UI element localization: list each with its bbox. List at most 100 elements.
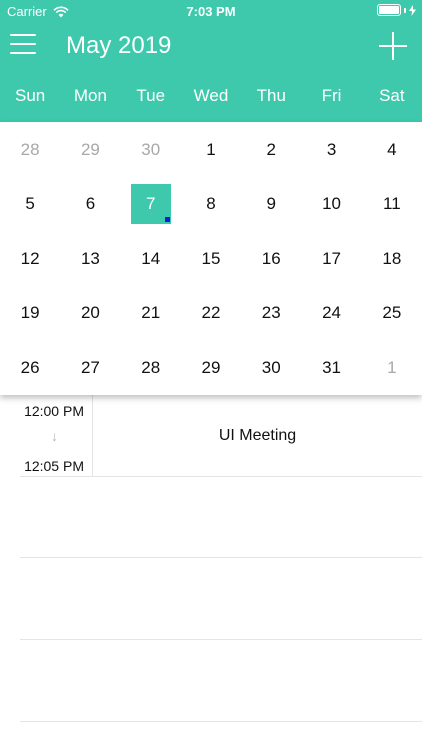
day-number: 13 xyxy=(80,249,100,268)
calendar-day[interactable]: 30 xyxy=(241,341,301,395)
calendar-day[interactable]: 19 xyxy=(0,286,60,340)
calendar-day[interactable]: 23 xyxy=(241,286,301,340)
event-title: UI Meeting xyxy=(218,427,297,444)
day-number: 25 xyxy=(382,303,402,322)
calendar-day[interactable]: 29 xyxy=(60,123,120,177)
day-number: 4 xyxy=(387,140,397,159)
day-number: 28 xyxy=(20,140,40,159)
calendar-day[interactable]: 6 xyxy=(60,177,120,231)
status-time: 7:03 PM xyxy=(186,4,236,19)
calendar-day[interactable]: 4 xyxy=(362,123,422,177)
day-number: 15 xyxy=(201,249,221,268)
calendar-day[interactable]: 28 xyxy=(0,123,60,177)
calendar-week-row: 19 20 21 22 23 24 25 xyxy=(0,286,422,340)
calendar-day[interactable]: 11 xyxy=(362,177,422,231)
list-separator xyxy=(20,557,422,558)
calendar-day[interactable]: 18 xyxy=(362,232,422,286)
calendar-day[interactable]: 8 xyxy=(181,177,241,231)
calendar-day[interactable]: 12 xyxy=(0,232,60,286)
plus-icon[interactable] xyxy=(379,32,407,60)
day-number: 26 xyxy=(20,358,40,377)
day-number: 7 xyxy=(145,194,156,213)
calendar-week-row: 28 29 30 1 2 3 4 xyxy=(0,123,422,177)
calendar-day[interactable]: 25 xyxy=(362,286,422,340)
weekday-label: Sun xyxy=(15,86,46,105)
event-row[interactable]: 12:00 PM ↓ 12:05 PM UI Meeting xyxy=(20,395,422,477)
calendar-week-row: 26 27 28 29 30 31 1 xyxy=(0,341,422,395)
day-number: 14 xyxy=(141,249,161,268)
calendar-day[interactable]: 22 xyxy=(181,286,241,340)
calendar-day[interactable]: 2 xyxy=(241,123,301,177)
day-number: 19 xyxy=(20,303,40,322)
calendar-week-row: 5 6 7 8 9 10 11 xyxy=(0,177,422,231)
calendar-day[interactable]: 13 xyxy=(60,232,120,286)
calendar-day[interactable]: 29 xyxy=(181,341,241,395)
day-number: 9 xyxy=(266,194,276,213)
day-number: 6 xyxy=(85,194,96,213)
header-bar: Carrier 7:03 PM May 2019 Sun Mon Tue Wed Thu… xyxy=(0,0,422,122)
weekday-label: Tue xyxy=(136,86,166,105)
day-number: 16 xyxy=(261,249,281,268)
day-number: 23 xyxy=(261,303,281,322)
calendar-day[interactable]: 24 xyxy=(301,286,361,340)
battery-icon xyxy=(377,4,401,16)
bolt-icon xyxy=(409,4,416,16)
status-bar: Carrier 7:03 PM xyxy=(0,0,422,22)
day-number: 1 xyxy=(206,140,216,159)
day-number: 11 xyxy=(383,194,401,213)
calendar-day[interactable]: 14 xyxy=(121,232,181,286)
day-number: 27 xyxy=(80,358,100,377)
day-number: 8 xyxy=(206,194,216,213)
day-number: 28 xyxy=(141,358,161,377)
day-number: 3 xyxy=(326,140,337,159)
weekday-label: Thu xyxy=(256,86,286,105)
calendar-day[interactable]: 9 xyxy=(241,177,301,231)
calendar-day[interactable]: 3 xyxy=(301,123,361,177)
day-number: 22 xyxy=(201,303,221,322)
calendar-day[interactable]: 16 xyxy=(241,232,301,286)
day-number: 17 xyxy=(322,249,341,268)
calendar-day[interactable]: 1 xyxy=(181,123,241,177)
day-number: 10 xyxy=(322,194,341,213)
calendar-day[interactable]: 17 xyxy=(301,232,361,286)
calendar-day[interactable]: 15 xyxy=(181,232,241,286)
calendar-day[interactable]: 26 xyxy=(0,341,60,395)
event-indicator-dot xyxy=(164,217,170,222)
day-number: 21 xyxy=(141,303,161,322)
weekday-label: Wed xyxy=(193,86,229,105)
weekday-header: Sun Mon Tue Wed Thu Fri Sat xyxy=(0,86,422,110)
day-number: 12 xyxy=(20,249,40,268)
calendar-day[interactable]: 28 xyxy=(121,341,181,395)
day-number: 20 xyxy=(80,303,100,322)
calendar-day[interactable]: 20 xyxy=(60,286,120,340)
list-separator xyxy=(20,721,422,722)
event-time-range: 12:00 PM ↓ 12:05 PM xyxy=(20,395,92,477)
day-number: 30 xyxy=(141,140,161,159)
month-title[interactable]: May 2019 xyxy=(66,32,171,60)
list-separator xyxy=(20,639,422,640)
calendar-day[interactable]: 10 xyxy=(301,177,361,231)
day-number: 30 xyxy=(261,358,281,377)
calendar-day[interactable]: 1 xyxy=(362,341,422,395)
day-number: 24 xyxy=(322,303,341,322)
arrow-down-icon: ↓ xyxy=(51,428,58,444)
event-list: 12:00 PM ↓ 12:05 PM UI Meeting xyxy=(0,395,422,750)
calendar-day[interactable]: 27 xyxy=(60,341,120,395)
hamburger-menu-icon[interactable] xyxy=(10,34,38,58)
weekday-label: Fri xyxy=(321,86,342,105)
calendar-day[interactable]: 31 xyxy=(301,341,361,395)
event-end-time: 12:05 PM xyxy=(24,458,84,474)
calendar-day[interactable]: 21 xyxy=(121,286,181,340)
weekday-label: Mon xyxy=(73,86,107,105)
day-number: 1 xyxy=(387,358,397,377)
day-number: 29 xyxy=(201,358,221,377)
weekday-label: Sat xyxy=(379,86,405,105)
month-calendar-grid: 28 29 30 1 2 3 4 5 6 7 8 9 10 11 12 13 14 15 16 17 18 19 20 21 2… xyxy=(0,122,422,395)
calendar-day-selected[interactable]: 7 xyxy=(121,177,181,231)
calendar-day[interactable]: 30 xyxy=(121,123,181,177)
day-number: 5 xyxy=(25,194,35,213)
day-number: 2 xyxy=(266,140,276,159)
calendar-day[interactable]: 5 xyxy=(0,177,60,231)
day-number: 31 xyxy=(322,358,341,377)
battery-group xyxy=(377,4,416,16)
